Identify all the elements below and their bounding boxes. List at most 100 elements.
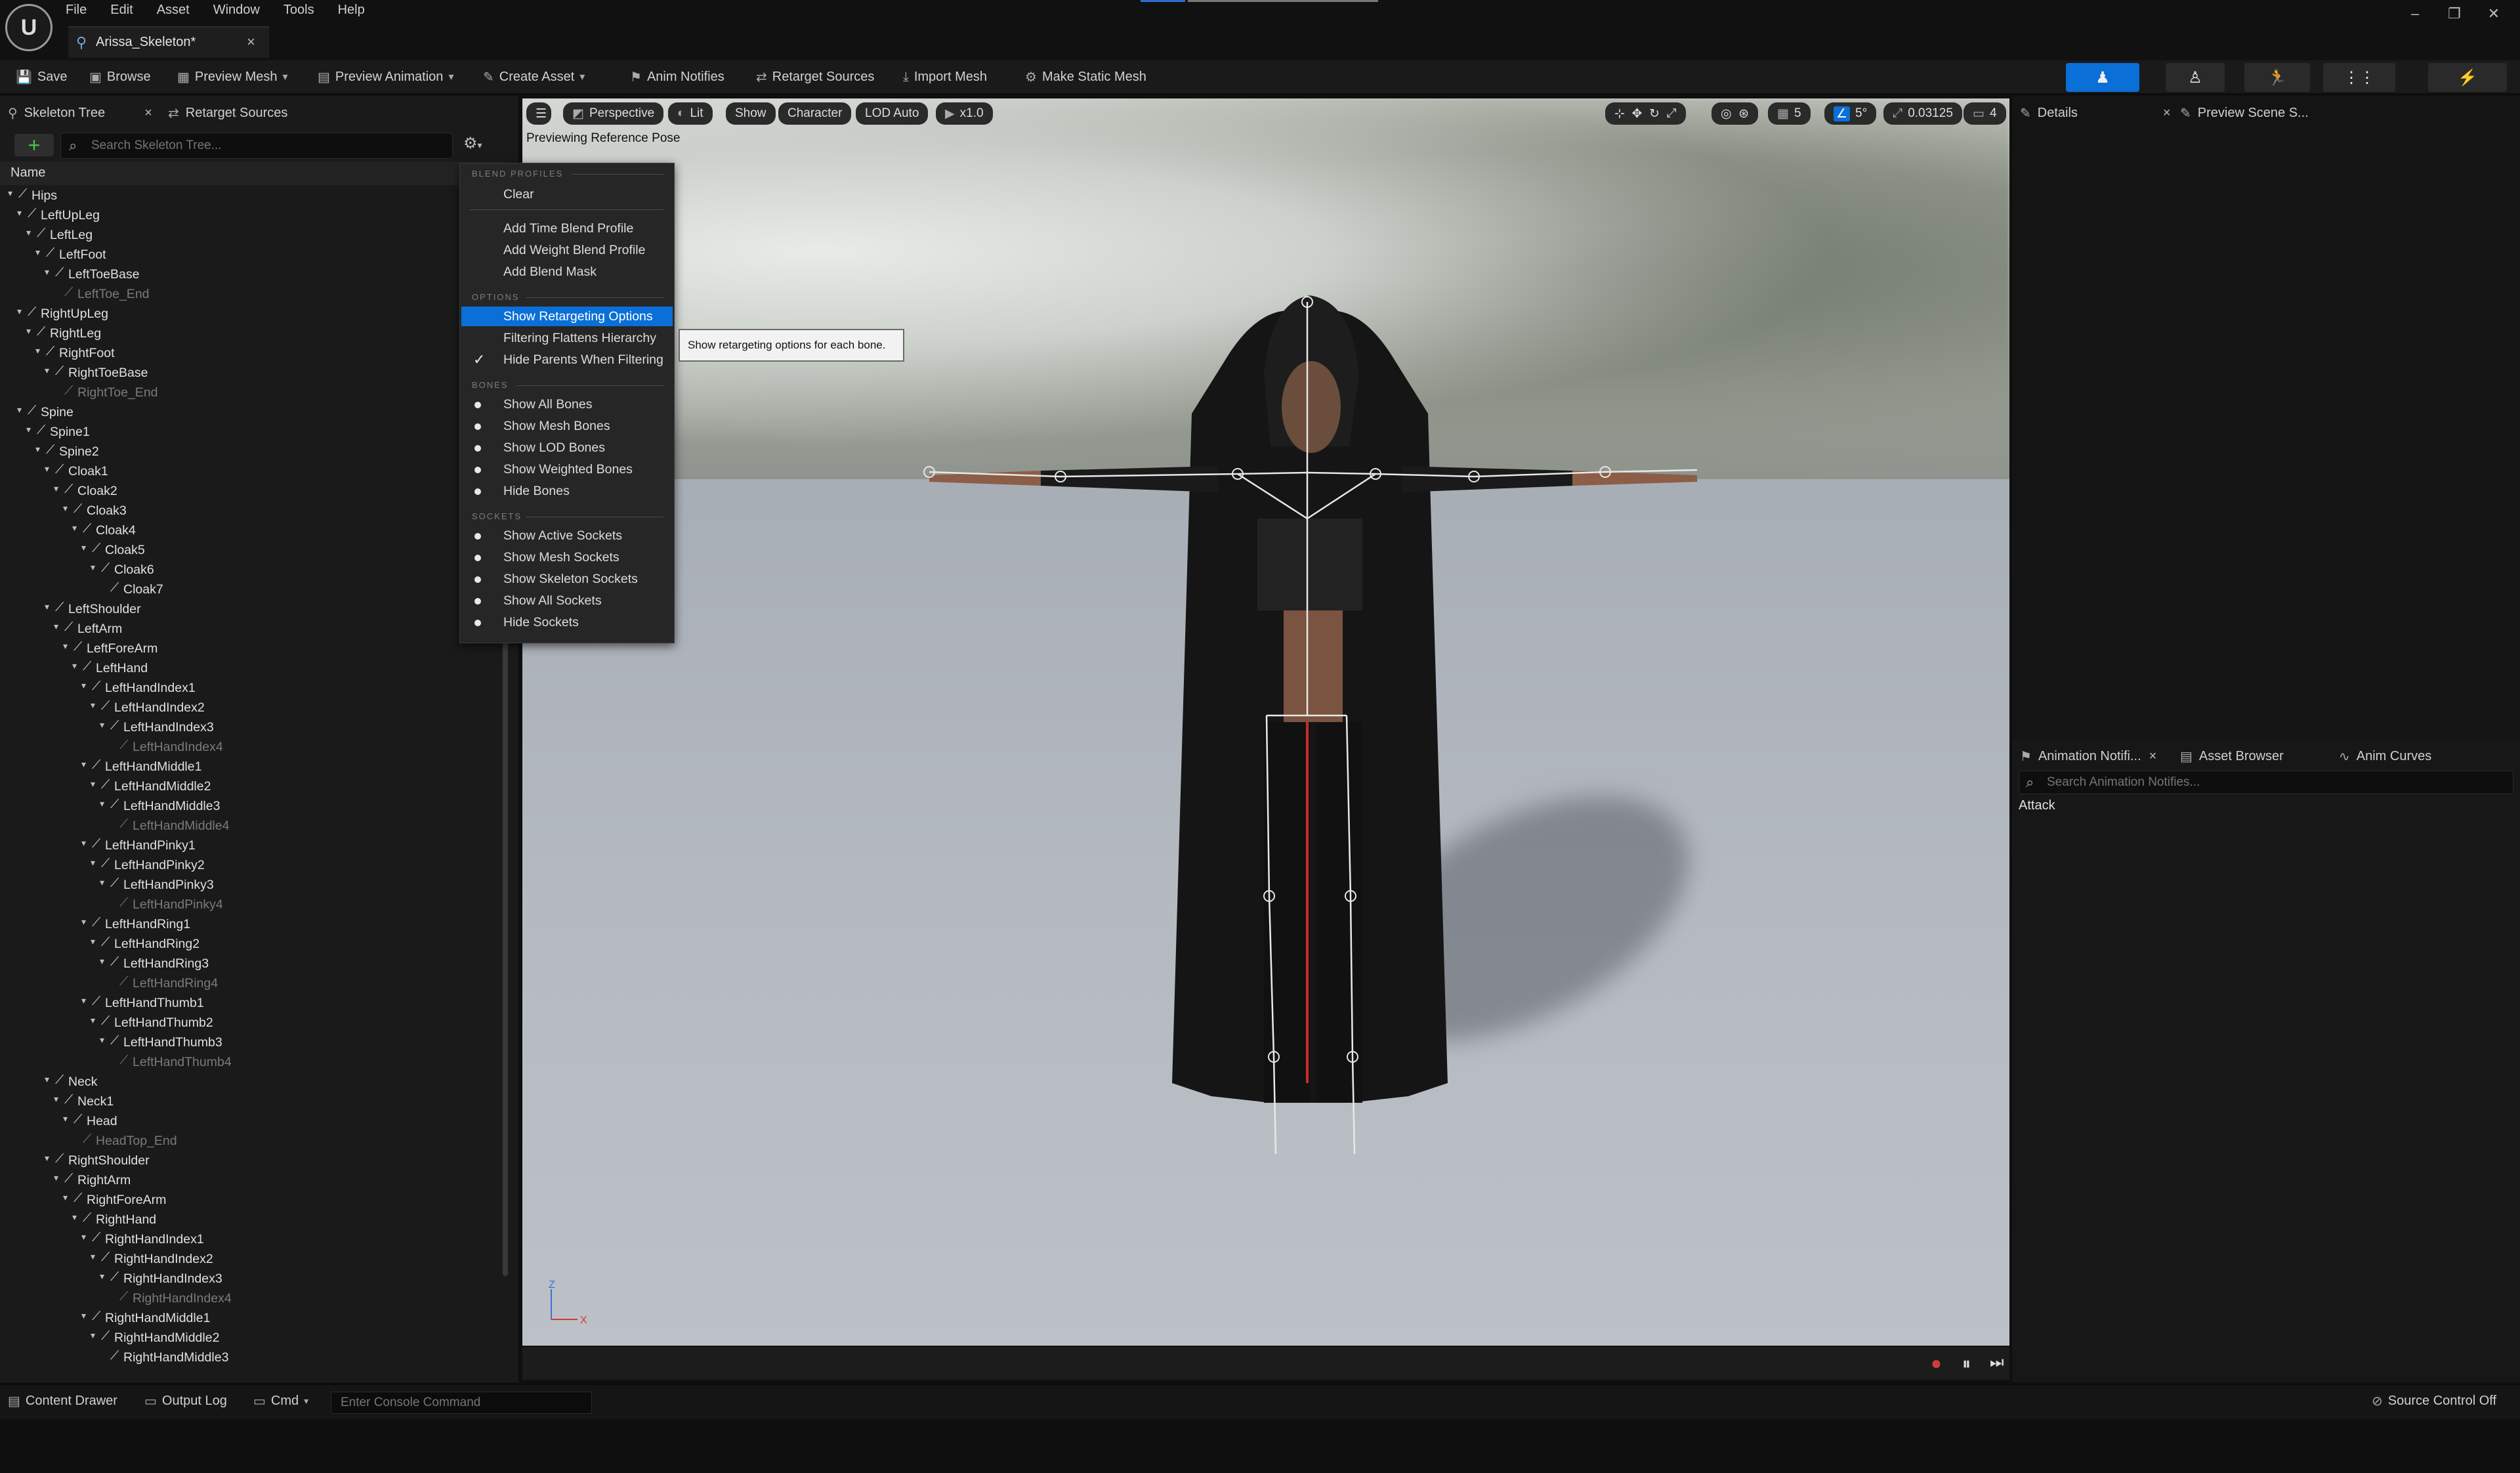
anim-notifies-button[interactable]: ⚑ Anim Notifies: [630, 66, 724, 88]
tab-animation-notifies[interactable]: ⚑ Animation Notifi... ×: [2020, 744, 2156, 768]
preview-mesh-button[interactable]: ▦ Preview Mesh ▾: [177, 66, 288, 88]
tree-row[interactable]: ▾ ⟋ Neck1: [0, 1092, 505, 1112]
expand-arrow-icon[interactable]: ▾: [54, 1172, 58, 1184]
expand-arrow-icon[interactable]: ▾: [8, 188, 12, 199]
tree-row[interactable]: ▾ ⟋ RightUpLeg: [0, 305, 505, 324]
tab-skeleton-tree[interactable]: ⚲ Skeleton Tree ×: [8, 101, 152, 125]
tab-anim-curves[interactable]: ∿ Anim Curves: [2339, 744, 2431, 768]
tree-row[interactable]: ⟋ LeftToe_End: [0, 285, 505, 305]
tree-row[interactable]: ⟋ LeftHandMiddle4: [0, 817, 505, 836]
tree-row[interactable]: ▾ ⟋ RightHandMiddle1: [0, 1309, 505, 1329]
make-static-mesh-button[interactable]: ⚙ Make Static Mesh: [1025, 66, 1146, 88]
tree-row[interactable]: ▾ ⟋ LeftHandRing1: [0, 915, 505, 935]
tab-preview-scene[interactable]: ✎ Preview Scene S...: [2180, 101, 2309, 125]
menu-tools[interactable]: Tools: [284, 0, 314, 22]
expand-arrow-icon[interactable]: ▾: [100, 1271, 104, 1282]
skeleton-mode-button[interactable]: ♟: [2066, 63, 2139, 92]
expand-arrow-icon[interactable]: ▾: [35, 247, 40, 258]
console-command-input[interactable]: [339, 1394, 585, 1411]
transform-tools[interactable]: ⊹ ✥ ↻ ⤢: [1605, 102, 1686, 125]
menu-item-show-all-sockets[interactable]: Show All Sockets: [461, 591, 673, 610]
tree-row[interactable]: ▾ ⟋ Cloak6: [0, 561, 505, 580]
menu-item-show-mesh-bones[interactable]: Show Mesh Bones: [461, 416, 673, 436]
expand-arrow-icon[interactable]: ▾: [81, 680, 86, 691]
tree-row[interactable]: ▾ ⟋ LeftHandThumb2: [0, 1014, 505, 1033]
tab-details[interactable]: ✎ Details ×: [2020, 101, 2171, 125]
tree-row[interactable]: ▾ ⟋ Spine: [0, 403, 505, 423]
tree-row[interactable]: ▾ ⟋ RightArm: [0, 1171, 505, 1191]
menu-item-hide-sockets[interactable]: Hide Sockets: [461, 612, 673, 632]
skeleton-search[interactable]: ⌕: [60, 133, 453, 159]
expand-arrow-icon[interactable]: ▾: [100, 956, 104, 967]
expand-arrow-icon[interactable]: ▾: [45, 601, 49, 612]
expand-arrow-icon[interactable]: ▾: [63, 1113, 68, 1124]
skeleton-search-input[interactable]: [90, 136, 447, 156]
tree-row[interactable]: ⟋ RightHandIndex4: [0, 1289, 505, 1309]
notify-search-input[interactable]: [2046, 773, 2508, 792]
browse-button[interactable]: ▣ Browse: [89, 66, 151, 88]
notify-search[interactable]: ⌕: [2019, 771, 2513, 794]
expand-arrow-icon[interactable]: ▾: [91, 1251, 95, 1262]
tree-row[interactable]: ▾ ⟋ Cloak2: [0, 482, 505, 502]
tree-row[interactable]: ▾ ⟋ RightHandIndex1: [0, 1230, 505, 1250]
tree-row[interactable]: ▾ ⟋ RightLeg: [0, 324, 505, 344]
expand-arrow-icon[interactable]: ▾: [91, 562, 95, 573]
retarget-sources-button[interactable]: ⇄ Retarget Sources: [756, 66, 874, 88]
expand-arrow-icon[interactable]: ▾: [35, 345, 40, 356]
import-mesh-button[interactable]: ⤓ Import Mesh: [903, 66, 987, 88]
expand-arrow-icon[interactable]: ▾: [81, 916, 86, 928]
tree-row[interactable]: ⟋ Cloak7: [0, 580, 505, 600]
menu-item-show-weighted-bones[interactable]: Show Weighted Bones: [461, 459, 673, 479]
tree-row[interactable]: ▾ ⟋ LeftHandThumb3: [0, 1033, 505, 1053]
menu-file[interactable]: File: [66, 0, 87, 22]
perspective-button[interactable]: ◩ Perspective: [563, 102, 664, 125]
tree-row[interactable]: ⟋ LeftHandIndex4: [0, 738, 505, 758]
tree-row[interactable]: ▾ ⟋ LeftFoot: [0, 245, 505, 265]
source-control-button[interactable]: ⊘ Source Control Off: [2372, 1393, 2496, 1409]
settings-gear-button[interactable]: ⚙▾: [463, 134, 500, 156]
expand-arrow-icon[interactable]: ▾: [100, 798, 104, 809]
expand-arrow-icon[interactable]: ▾: [91, 1015, 95, 1026]
menu-item-add-weight-blend-profile[interactable]: Add Weight Blend Profile: [461, 240, 673, 260]
expand-arrow-icon[interactable]: ▾: [72, 660, 77, 672]
minimize-icon[interactable]: –: [2395, 5, 2435, 22]
close-tab-icon[interactable]: ×: [144, 106, 152, 121]
tree-row[interactable]: ▾ ⟋ LeftLeg: [0, 226, 505, 245]
snap-tools[interactable]: ◎ ⊛: [1712, 102, 1759, 125]
tree-row[interactable]: ⟋ LeftHandRing4: [0, 974, 505, 994]
tree-row[interactable]: ▾ ⟋ LeftHand: [0, 659, 505, 679]
expand-arrow-icon[interactable]: ▾: [81, 1310, 86, 1321]
expand-arrow-icon[interactable]: ▾: [100, 719, 104, 731]
tree-row[interactable]: ▾ ⟋ LeftForeArm: [0, 639, 505, 659]
tree-row[interactable]: ▾ ⟋ Hips: [0, 186, 505, 206]
tree-row[interactable]: ▾ ⟋ Head: [0, 1112, 505, 1132]
restore-icon[interactable]: ❐: [2435, 5, 2474, 22]
tree-row[interactable]: ⟋ RightHandMiddle3: [0, 1348, 505, 1368]
expand-arrow-icon[interactable]: ▾: [26, 326, 31, 337]
tree-row[interactable]: ▾ ⟋ LeftHandIndex3: [0, 718, 505, 738]
close-tab-icon[interactable]: ×: [247, 33, 255, 51]
expand-arrow-icon[interactable]: ▾: [63, 503, 68, 514]
tree-row[interactable]: ▾ ⟋ Spine2: [0, 442, 505, 462]
tree-row[interactable]: ▾ ⟋ Spine1: [0, 423, 505, 442]
tree-row[interactable]: ▾ ⟋ Cloak5: [0, 541, 505, 561]
expand-arrow-icon[interactable]: ▾: [54, 1094, 58, 1105]
angle-snap-button[interactable]: ∠ 5°: [1824, 102, 1877, 125]
tree-row[interactable]: ▾ ⟋ Cloak3: [0, 502, 505, 521]
tree-row[interactable]: ▾ ⟋ LeftHandIndex1: [0, 679, 505, 698]
tree-row[interactable]: ▾ ⟋ LeftHandRing3: [0, 954, 505, 974]
output-log-button[interactable]: ▭ Output Log: [144, 1393, 227, 1409]
tree-row[interactable]: ▾ ⟋ LeftHandPinky1: [0, 836, 505, 856]
expand-arrow-icon[interactable]: ▾: [100, 1035, 104, 1046]
expand-arrow-icon[interactable]: ▾: [72, 523, 77, 534]
tab-asset-browser[interactable]: ▤ Asset Browser: [2180, 744, 2284, 768]
scale-snap-button[interactable]: ⤢ 0.03125: [1883, 102, 1962, 125]
expand-arrow-icon[interactable]: ▾: [45, 1153, 49, 1164]
expand-arrow-icon[interactable]: ▾: [17, 306, 22, 317]
preview-viewport[interactable]: ☰ ◩ Perspective ◐ Lit Show Character LOD A…: [522, 98, 2009, 1346]
character-button[interactable]: Character: [778, 102, 852, 125]
expand-arrow-icon[interactable]: ▾: [35, 444, 40, 455]
tree-row[interactable]: ⟋ LeftHandThumb4: [0, 1053, 505, 1073]
expand-arrow-icon[interactable]: ▾: [45, 463, 49, 475]
show-button[interactable]: Show: [726, 102, 776, 125]
